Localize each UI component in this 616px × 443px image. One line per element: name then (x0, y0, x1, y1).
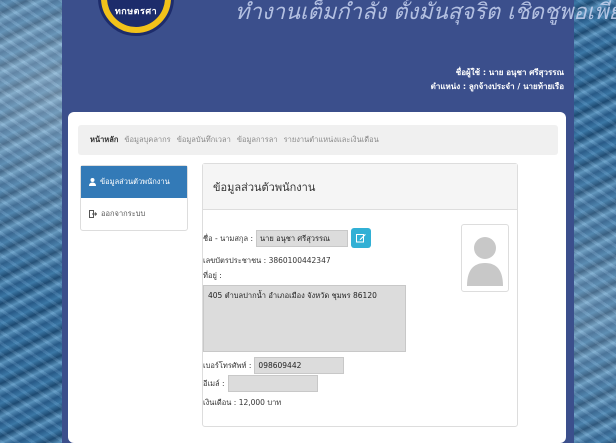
user-icon (89, 178, 96, 186)
profile-card: ข้อมูลส่วนตัวพนักงาน ชื่อ - นามสกุล : นา… (202, 163, 518, 427)
name-row: ชื่อ - นามสกุล : นาย อนุชา ศรีสุวรรณ (203, 230, 348, 247)
sidebar: ข้อมูลส่วนตัวพนักงาน ออกจากระบบ (80, 165, 188, 231)
card-title: ข้อมูลส่วนตัวพนักงาน (203, 164, 517, 210)
user-name: ชื่อผู้ใช้ : นาย อนุชา ศรีสุวรรณ (455, 68, 564, 77)
email-row: อีเมล์ : (203, 375, 318, 392)
phone-label: เบอร์โทรศัพท์ : (203, 360, 252, 370)
phone-field[interactable]: 098609442 (254, 357, 345, 374)
address-label: ที่อยู่ : (203, 271, 222, 280)
id-row: เลขบัตรประชาชน : 3860100442347 (203, 256, 331, 265)
sidebar-item-profile[interactable]: ข้อมูลส่วนตัวพนักงาน (81, 166, 187, 198)
menu-item-home[interactable]: หน้าหลัก (90, 134, 118, 146)
salary-row: เงินเดือน : 12,000 บาท (203, 398, 282, 407)
edit-icon (356, 234, 366, 243)
phone-row: เบอร์โทรศัพท์ : 098609442 (203, 357, 345, 374)
email-label: อีเมล์ : (203, 378, 225, 388)
user-info: ชื่อผู้ใช้ : นาย อนุชา ศรีสุวรรณ ตำแหน่ง… (431, 66, 564, 94)
person-placeholder-icon (467, 237, 503, 286)
user-position: ตำแหน่ง : ลูกจ้างประจำ / นายท้ายเรือ (430, 82, 564, 91)
sidebar-item-label: ออกจากระบบ (101, 209, 146, 218)
menu-item-leave[interactable]: ข้อมูลการลา (237, 134, 278, 146)
header-slogan: ทำงานเต็มกำลัง ตั้งมั่นสุจริต เชิดชูพอเพ… (235, 0, 616, 25)
email-field[interactable] (227, 375, 318, 392)
edit-button[interactable] (351, 228, 371, 248)
logo-inner: ทกษตรศา (107, 0, 165, 27)
sidebar-item-logout[interactable]: ออกจากระบบ (81, 198, 187, 230)
sidebar-item-label: ข้อมูลส่วนตัวพนักงาน (100, 177, 170, 186)
avatar (461, 224, 509, 292)
menu-item-timesheet[interactable]: ข้อมูลบันทึกเวลา (177, 134, 231, 146)
logo-text: ทกษตรศา (114, 7, 158, 17)
menu-item-salary-report[interactable]: รายงานตำแหน่งและเงินเดือน (284, 134, 379, 146)
address-field[interactable]: 405 ตำบลปากน้ำ อำเภอเมือง จังหวัด ชุมพร … (203, 285, 406, 352)
name-label: ชื่อ - นามสกุล : (203, 233, 253, 243)
name-field[interactable]: นาย อนุชา ศรีสุวรรณ (255, 230, 348, 247)
logout-icon (89, 210, 97, 218)
top-menu-bar: หน้าหลัก ข้อมูลบุคลากร ข้อมูลบันทึกเวลา … (78, 125, 558, 155)
menu-item-personnel[interactable]: ข้อมูลบุคลากร (124, 134, 170, 146)
